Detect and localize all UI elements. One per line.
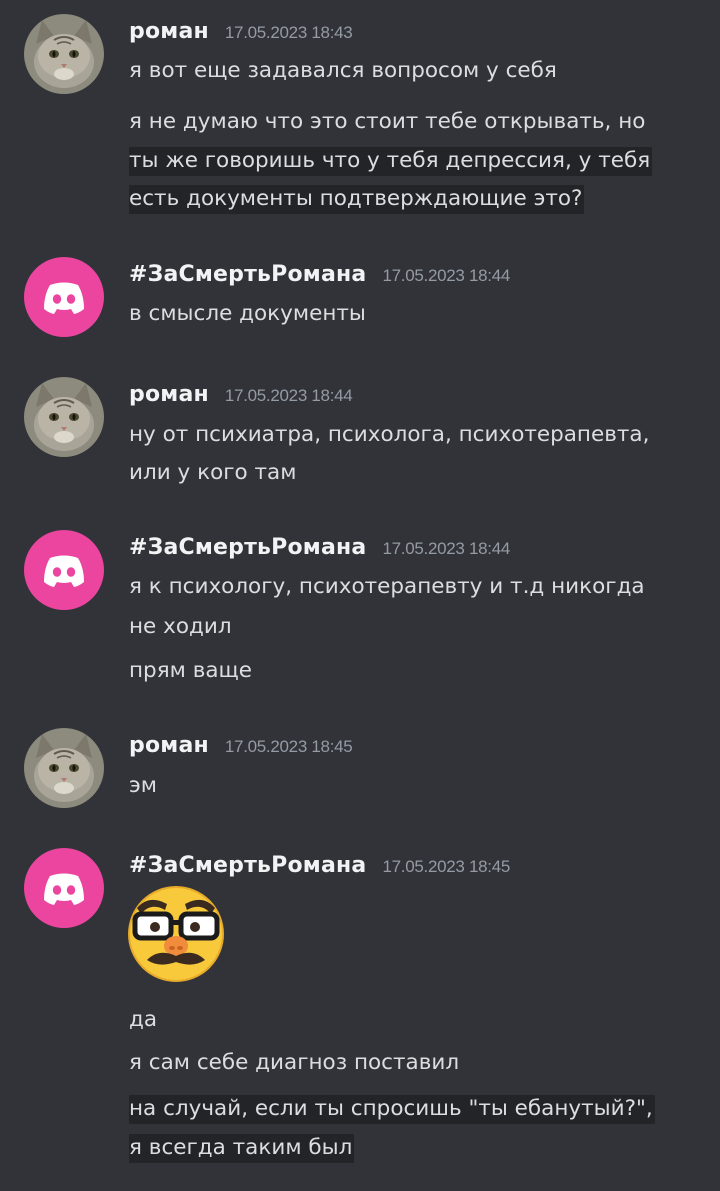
timestamp: 17.05.2023 18:43	[224, 23, 353, 42]
message-text: я не думаю что это стоит тебе открывать,…	[129, 109, 646, 134]
message-text: на случай, если ты спросишь "ты ебанутый…	[129, 1095, 655, 1124]
message-text: эм	[129, 773, 158, 798]
timestamp: 17.05.2023 18:44	[382, 539, 511, 558]
timestamp: 17.05.2023 18:44	[224, 386, 353, 405]
discord-logo-icon[interactable]	[24, 257, 104, 337]
username[interactable]: #ЗаСмертьРомана	[129, 262, 366, 287]
message-text: в смысле документы	[129, 301, 366, 326]
timestamp: 17.05.2023 18:44	[382, 266, 511, 285]
message-text: прям ваще	[129, 658, 253, 683]
message-text: я сам себе диагноз поставил	[129, 1050, 460, 1075]
cat-avatar-icon[interactable]	[24, 377, 104, 457]
timestamp: 17.05.2023 18:45	[382, 857, 511, 876]
message-text: или у кого там	[129, 460, 297, 485]
message-text: я вот еще задавался вопросом у себя	[129, 58, 557, 83]
message-text: да	[129, 1007, 158, 1032]
cat-avatar-icon[interactable]	[24, 14, 104, 94]
message-text: ну от психиатра, психолога, психотерапев…	[129, 422, 650, 447]
timestamp: 17.05.2023 18:45	[224, 737, 353, 756]
username[interactable]: #ЗаСмертьРомана	[129, 535, 366, 560]
cat-avatar-icon[interactable]	[24, 728, 104, 808]
username[interactable]: роман	[129, 382, 209, 407]
message-text: я всегда таким был	[129, 1134, 355, 1163]
discord-logo-icon[interactable]	[24, 848, 104, 928]
message-text: ты же говоришь что у тебя депрессия, у т…	[129, 147, 653, 176]
message-text: не ходил	[129, 614, 232, 639]
disguised-face-emoji-icon[interactable]	[127, 884, 227, 984]
username[interactable]: роман	[129, 19, 209, 44]
message-text: я к психологу, психотерапевту и т.д нико…	[129, 574, 645, 599]
username[interactable]: #ЗаСмертьРомана	[129, 853, 366, 878]
message-text: есть документы подтверждающие это?	[129, 185, 585, 214]
discord-logo-icon[interactable]	[24, 530, 104, 610]
username[interactable]: роман	[129, 733, 209, 758]
